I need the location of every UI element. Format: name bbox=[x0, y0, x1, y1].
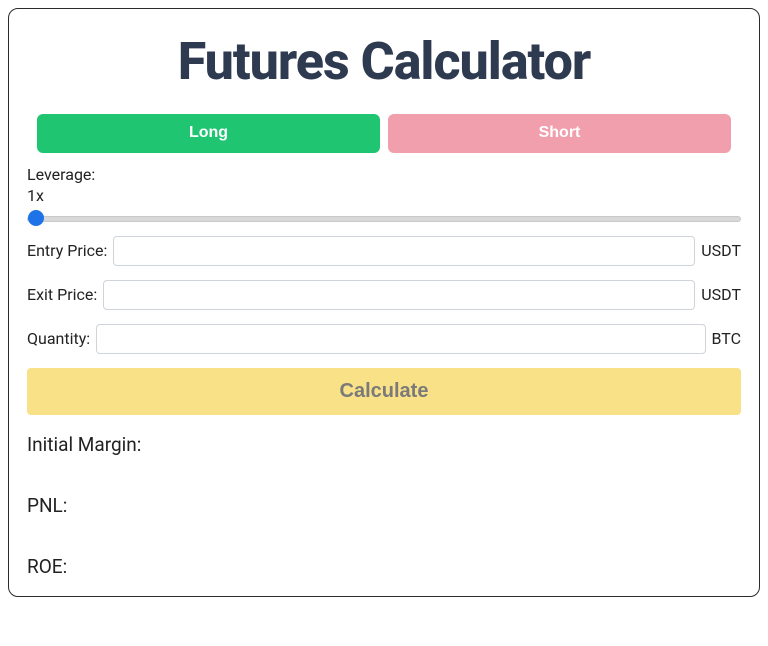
entry-price-label: Entry Price: bbox=[27, 241, 107, 260]
entry-price-unit: USDT bbox=[701, 241, 741, 260]
page-title: Futures Calculator bbox=[27, 31, 741, 92]
quantity-label: Quantity: bbox=[27, 329, 90, 348]
exit-price-row: Exit Price: USDT bbox=[27, 280, 741, 310]
leverage-section: Leverage: 1x bbox=[27, 165, 741, 236]
calculate-button[interactable]: Calculate bbox=[27, 368, 741, 415]
exit-price-input[interactable] bbox=[103, 280, 695, 310]
entry-price-input[interactable] bbox=[113, 236, 695, 266]
pnl-result: PNL: bbox=[27, 494, 741, 517]
initial-margin-result: Initial Margin: bbox=[27, 433, 741, 456]
quantity-row: Quantity: BTC bbox=[27, 324, 741, 354]
quantity-input[interactable] bbox=[96, 324, 705, 354]
roe-result: ROE: bbox=[27, 555, 741, 578]
entry-price-row: Entry Price: USDT bbox=[27, 236, 741, 266]
leverage-label: Leverage: bbox=[27, 165, 741, 186]
leverage-slider[interactable] bbox=[27, 216, 741, 222]
exit-price-unit: USDT bbox=[701, 285, 741, 304]
calculator-card: Futures Calculator Long Short Leverage: … bbox=[8, 8, 760, 597]
quantity-unit: BTC bbox=[712, 329, 742, 348]
exit-price-label: Exit Price: bbox=[27, 285, 97, 304]
short-button[interactable]: Short bbox=[388, 114, 731, 153]
long-button[interactable]: Long bbox=[37, 114, 380, 153]
position-toggle-group: Long Short bbox=[27, 114, 741, 153]
leverage-value: 1x bbox=[27, 186, 741, 207]
